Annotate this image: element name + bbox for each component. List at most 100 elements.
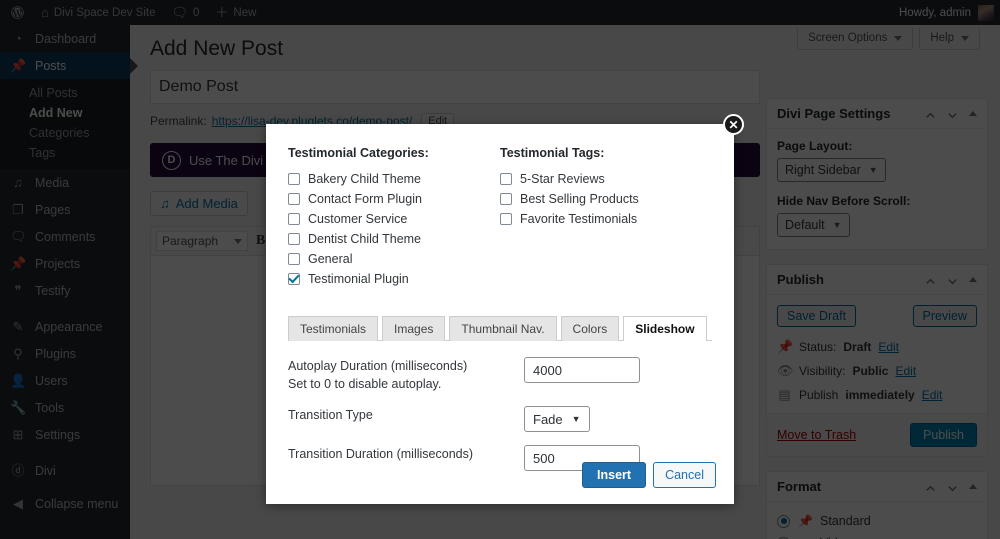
sidebar-item-pages[interactable]: ❐ Pages xyxy=(0,196,130,223)
submenu-item-all-posts[interactable]: All Posts xyxy=(0,83,130,103)
admin-bar-site-name[interactable]: ⌂ Divi Space Dev Site xyxy=(33,0,163,25)
tab-testimonials[interactable]: Testimonials xyxy=(288,316,379,341)
edit-schedule-link[interactable]: Edit xyxy=(922,388,943,402)
add-media-label: Add Media xyxy=(175,196,238,211)
checkbox-icon xyxy=(288,173,300,185)
save-draft-button[interactable]: Save Draft xyxy=(777,305,857,327)
format-option-video[interactable]: ▣ Video xyxy=(777,532,977,539)
sidebar-item-comments[interactable]: 🗨 Comments xyxy=(0,223,130,250)
modal-taxonomy-section: Testimonial Categories: Bakery Child The… xyxy=(266,124,734,289)
wordpress-logo-icon[interactable] xyxy=(2,0,33,25)
tab-slideshow[interactable]: Slideshow xyxy=(623,316,707,341)
tag-checkbox-5-star-reviews[interactable]: 5-Star Reviews xyxy=(500,169,712,189)
edit-status-link[interactable]: Edit xyxy=(878,340,899,354)
divi-icon: ⓓ xyxy=(11,463,25,478)
screen-options-button[interactable]: Screen Options xyxy=(797,28,914,50)
move-down-icon[interactable] xyxy=(947,108,958,119)
tag-label: Favorite Testimonials xyxy=(520,212,638,226)
brush-icon: ✎ xyxy=(12,319,24,334)
sidebar-item-label: Divi xyxy=(35,463,56,478)
tag-checkbox-favorite-testimonials[interactable]: Favorite Testimonials xyxy=(500,209,712,229)
toggle-panel-icon[interactable] xyxy=(969,484,977,489)
tab-thumbnail-nav[interactable]: Thumbnail Nav. xyxy=(449,316,557,341)
sidebar-item-posts[interactable]: 📌 Posts xyxy=(0,52,138,79)
transition-type-row: Transition Type Fade ▼ xyxy=(288,406,712,433)
howdy-label: Howdy, admin xyxy=(898,6,971,19)
edit-visibility-link[interactable]: Edit xyxy=(895,364,916,378)
admin-sidebar-menu: ◔ Dashboard 📌 Posts All Posts Add New Ca… xyxy=(0,25,138,539)
status-label: Status: xyxy=(799,340,837,354)
panel-header[interactable]: Publish xyxy=(767,265,987,295)
transition-type-select[interactable]: Fade ▼ xyxy=(524,406,590,433)
category-checkbox-testimonial-plugin[interactable]: Testimonial Plugin xyxy=(288,269,500,289)
toggle-panel-icon[interactable] xyxy=(969,111,977,116)
hide-nav-select[interactable]: Default ▼ xyxy=(777,213,850,237)
tab-colors[interactable]: Colors xyxy=(560,316,620,341)
category-checkbox-contact-form-plugin[interactable]: Contact Form Plugin xyxy=(288,189,500,209)
category-checkbox-general[interactable]: General xyxy=(288,249,500,269)
dashboard-icon: ◔ xyxy=(14,31,22,46)
panel-header[interactable]: Divi Page Settings xyxy=(767,99,987,129)
category-checkbox-dentist-child-theme[interactable]: Dentist Child Theme xyxy=(288,229,500,249)
category-checkbox-bakery-child-theme[interactable]: Bakery Child Theme xyxy=(288,169,500,189)
move-to-trash-link[interactable]: Move to Trash xyxy=(777,428,856,442)
cancel-button[interactable]: Cancel xyxy=(653,462,716,488)
sidebar-item-divi[interactable]: ⓓ Divi xyxy=(0,457,130,484)
move-down-icon[interactable] xyxy=(947,274,958,285)
format-option-standard[interactable]: 📌 Standard xyxy=(777,510,977,532)
settings-icon: ⊞ xyxy=(12,427,24,442)
sidebar-item-label: Pages xyxy=(35,202,71,217)
collapse-arrow-icon: ◀ xyxy=(13,496,23,511)
tag-checkbox-best-selling-products[interactable]: Best Selling Products xyxy=(500,189,712,209)
sidebar-item-label: Comments xyxy=(35,229,96,244)
add-media-button[interactable]: ♫ Add Media xyxy=(150,191,248,216)
toggle-panel-icon[interactable] xyxy=(969,277,977,282)
sidebar-item-tools[interactable]: 🔧 Tools xyxy=(0,394,130,421)
sidebar-item-dashboard[interactable]: ◔ Dashboard xyxy=(0,25,130,52)
panel-title: Publish xyxy=(777,272,824,287)
publish-button[interactable]: Publish xyxy=(910,423,977,447)
eye-icon: 👁 xyxy=(777,363,794,378)
sidebar-item-projects[interactable]: 📌 Projects xyxy=(0,250,130,277)
submenu-item-categories[interactable]: Categories xyxy=(0,123,130,143)
help-button[interactable]: Help xyxy=(919,28,980,50)
paragraph-format-select[interactable]: Paragraph xyxy=(156,231,249,251)
sidebar-item-media[interactable]: ♫ Media xyxy=(0,169,130,196)
insert-button[interactable]: Insert xyxy=(582,462,647,488)
admin-bar-new[interactable]: ＋ New xyxy=(207,0,264,25)
sidebar-item-appearance[interactable]: ✎ Appearance xyxy=(0,313,130,340)
close-icon[interactable]: ✕ xyxy=(723,114,744,135)
admin-bar-comments[interactable]: 🗨 0 xyxy=(163,0,207,25)
collapse-menu-button[interactable]: ◀ Collapse menu xyxy=(0,490,130,517)
autoplay-duration-input[interactable]: 4000 xyxy=(524,357,640,383)
sidebar-item-settings[interactable]: ⊞ Settings xyxy=(0,421,130,448)
sidebar-item-label: Dashboard xyxy=(35,31,97,46)
move-up-icon[interactable] xyxy=(925,108,936,119)
move-down-icon[interactable] xyxy=(947,481,958,492)
panel-header[interactable]: Format xyxy=(767,472,987,502)
transition-duration-label: Transition Duration (milliseconds) xyxy=(288,447,474,462)
preview-button[interactable]: Preview xyxy=(912,305,977,327)
checkbox-icon xyxy=(288,213,300,225)
submenu-item-add-new[interactable]: Add New xyxy=(0,103,130,123)
modal-footer: Insert Cancel xyxy=(582,462,716,488)
tab-images[interactable]: Images xyxy=(382,316,446,341)
sidebar-item-users[interactable]: 👤 Users xyxy=(0,367,130,394)
bold-button[interactable]: B xyxy=(256,233,265,249)
submenu-item-tags[interactable]: Tags xyxy=(0,143,130,163)
sidebar-item-testify[interactable]: ❞ Testify xyxy=(0,277,130,304)
checkbox-icon xyxy=(288,193,300,205)
category-label: Dentist Child Theme xyxy=(308,232,422,246)
post-title-input[interactable]: Demo Post xyxy=(150,70,760,104)
checkbox-icon xyxy=(500,173,512,185)
admin-bar-account[interactable]: Howdy, admin xyxy=(898,4,1000,21)
category-checkbox-customer-service[interactable]: Customer Service xyxy=(288,209,500,229)
sidebar-item-plugins[interactable]: ⚲ Plugins xyxy=(0,340,130,367)
site-name-label: Divi Space Dev Site xyxy=(53,6,156,19)
move-up-icon[interactable] xyxy=(925,481,936,492)
move-up-icon[interactable] xyxy=(925,274,936,285)
format-label: Standard xyxy=(820,514,871,528)
calendar-icon: ▤ xyxy=(778,387,791,402)
screen-options-label: Screen Options xyxy=(808,32,888,44)
page-layout-select[interactable]: Right Sidebar ▼ xyxy=(777,158,886,182)
